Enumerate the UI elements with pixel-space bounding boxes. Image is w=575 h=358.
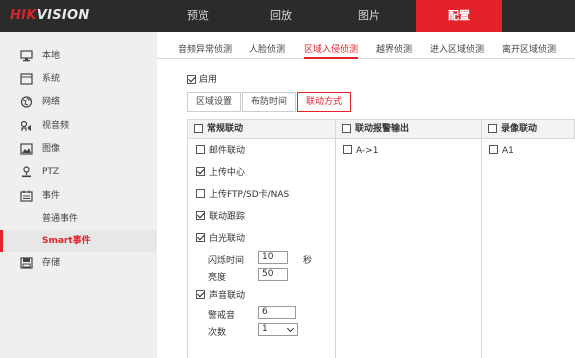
tab-audio-exception[interactable]: 音频异常侦测 bbox=[178, 42, 232, 59]
nav-playback[interactable]: 回放 bbox=[238, 0, 324, 32]
column-divider bbox=[187, 139, 188, 358]
upload-center-checkbox[interactable] bbox=[196, 167, 205, 176]
email-linkage-checkbox[interactable] bbox=[196, 145, 205, 154]
count-select[interactable]: 1 bbox=[258, 323, 298, 336]
sidebar-item-storage[interactable]: 存储 bbox=[0, 252, 157, 274]
alarm-output-label: A->1 bbox=[356, 146, 379, 156]
alarm-output-title: 联动报警输出 bbox=[355, 124, 410, 134]
record-linkage-select-all[interactable] bbox=[488, 124, 497, 133]
globe-icon bbox=[20, 96, 33, 108]
sidebar-item-event[interactable]: 事件 bbox=[0, 185, 157, 207]
white-light-option[interactable]: 白光联动 bbox=[196, 233, 245, 245]
sidebar-item-label: 图像 bbox=[42, 144, 61, 154]
normal-linkage-select-all[interactable] bbox=[194, 124, 203, 133]
enable-label: 启用 bbox=[199, 75, 218, 85]
tracking-linkage-label: 联动跟踪 bbox=[209, 212, 246, 222]
tab-face-detection[interactable]: 人脸侦测 bbox=[249, 42, 285, 59]
sidebar-item-label: 系统 bbox=[42, 74, 61, 84]
sidebar-item-label: PTZ bbox=[42, 167, 60, 177]
step-area-settings[interactable]: 区域设置 bbox=[187, 92, 242, 112]
monitor-icon bbox=[20, 50, 33, 62]
brightness-input[interactable]: 50 bbox=[258, 268, 288, 281]
sidebar-subitem-basic-event[interactable]: 普通事件 bbox=[0, 208, 157, 230]
image-icon bbox=[20, 143, 33, 155]
sidebar-subitem-smart-event[interactable]: Smart事件 bbox=[0, 230, 157, 252]
enable-row: 启用 bbox=[187, 72, 217, 85]
alarm-output-select-all[interactable] bbox=[342, 124, 351, 133]
sidebar-item-image[interactable]: 图像 bbox=[0, 138, 157, 160]
sidebar-subitem-label: Smart事件 bbox=[42, 236, 91, 246]
upload-ftp-checkbox[interactable] bbox=[196, 189, 205, 198]
nav-picture[interactable]: 图片 bbox=[326, 0, 412, 32]
system-icon bbox=[20, 73, 33, 85]
upload-center-label: 上传中心 bbox=[209, 168, 246, 178]
storage-icon bbox=[20, 257, 33, 269]
normal-linkage-header: 常规联动 bbox=[187, 119, 336, 139]
white-light-label: 白光联动 bbox=[209, 234, 246, 244]
ptz-icon bbox=[22, 166, 31, 178]
step-linkage-method[interactable]: 联动方式 bbox=[297, 92, 352, 112]
record-linkage-title: 录像联动 bbox=[501, 124, 538, 134]
calendar-icon bbox=[20, 190, 33, 202]
audio-linkage-checkbox[interactable] bbox=[196, 290, 205, 299]
sidebar-item-system[interactable]: 系统 bbox=[0, 68, 157, 90]
sidebar: 本地 系统 网络 视音频 图像 PTZ 事件 普通事件 Smart事件 存储 bbox=[0, 32, 157, 358]
sidebar-item-local[interactable]: 本地 bbox=[0, 45, 157, 67]
alarm-output-checkbox[interactable] bbox=[343, 145, 352, 154]
audio-linkage-label: 声音联动 bbox=[209, 291, 246, 301]
count-label: 次数 bbox=[208, 328, 227, 338]
email-linkage-label: 邮件联动 bbox=[209, 146, 246, 156]
tab-line-crossing[interactable]: 越界侦测 bbox=[376, 42, 412, 59]
alarm-output-header: 联动报警输出 bbox=[335, 119, 482, 139]
step-arming-schedule[interactable]: 布防时间 bbox=[242, 92, 297, 112]
sidebar-item-label: 视音频 bbox=[42, 121, 70, 131]
logo-vision-text: VISION bbox=[36, 8, 90, 23]
white-light-checkbox[interactable] bbox=[196, 233, 205, 242]
active-indicator bbox=[0, 230, 3, 252]
upload-center-option[interactable]: 上传中心 bbox=[196, 167, 245, 179]
email-linkage-option[interactable]: 邮件联动 bbox=[196, 145, 245, 157]
column-divider bbox=[481, 139, 482, 358]
audio-linkage-option[interactable]: 声音联动 bbox=[196, 290, 245, 302]
sidebar-item-video-audio[interactable]: 视音频 bbox=[0, 115, 157, 137]
alarm-output-option[interactable]: A->1 bbox=[343, 145, 378, 157]
brand-logo: HIKVISION bbox=[10, 8, 90, 23]
sidebar-subitem-label: 普通事件 bbox=[42, 214, 79, 224]
sidebar-item-ptz[interactable]: PTZ bbox=[0, 161, 157, 183]
sidebar-item-label: 网络 bbox=[42, 97, 61, 107]
tracking-linkage-checkbox[interactable] bbox=[196, 211, 205, 220]
sidebar-item-network[interactable]: 网络 bbox=[0, 91, 157, 113]
flash-time-unit: 秒 bbox=[303, 256, 313, 266]
record-channel-option[interactable]: A1 bbox=[489, 145, 514, 157]
column-divider bbox=[335, 139, 336, 358]
sidebar-item-label: 事件 bbox=[42, 191, 61, 201]
av-icon bbox=[20, 120, 31, 131]
upload-ftp-label: 上传FTP/SD卡/NAS bbox=[209, 190, 290, 200]
sidebar-item-label: 本地 bbox=[42, 51, 61, 61]
tab-region-exiting[interactable]: 离开区域侦测 bbox=[502, 42, 556, 59]
enable-checkbox[interactable] bbox=[187, 75, 196, 84]
tab-intrusion-detection[interactable]: 区域入侵侦测 bbox=[304, 42, 359, 59]
smart-event-tabs: 音频异常侦测 人脸侦测 区域入侵侦测 越界侦测 进入区域侦测 离开区域侦测 bbox=[157, 32, 575, 59]
count-select-value: 1 bbox=[262, 324, 268, 334]
tracking-linkage-option[interactable]: 联动跟踪 bbox=[196, 211, 245, 223]
record-channel-checkbox[interactable] bbox=[489, 145, 498, 154]
brightness-label: 亮度 bbox=[208, 273, 227, 283]
nav-preview[interactable]: 预览 bbox=[155, 0, 241, 32]
tab-region-entrance[interactable]: 进入区域侦测 bbox=[430, 42, 484, 59]
normal-linkage-title: 常规联动 bbox=[207, 124, 244, 134]
alarm-sound-label: 警戒音 bbox=[208, 311, 236, 321]
nav-configuration[interactable]: 配置 bbox=[416, 0, 502, 32]
sidebar-item-label: 存储 bbox=[42, 258, 61, 268]
alarm-sound-input[interactable]: 6 bbox=[258, 306, 296, 319]
upload-ftp-option[interactable]: 上传FTP/SD卡/NAS bbox=[196, 189, 289, 201]
flash-time-label: 闪烁时间 bbox=[208, 256, 245, 266]
flash-time-input[interactable]: 10 bbox=[258, 251, 288, 264]
logo-hik-text: HIK bbox=[10, 8, 37, 23]
chevron-down-icon bbox=[286, 324, 295, 333]
record-channel-label: A1 bbox=[502, 146, 514, 156]
top-bar: HIKVISION 预览 回放 图片 配置 bbox=[0, 0, 575, 32]
record-linkage-header: 录像联动 bbox=[481, 119, 575, 139]
